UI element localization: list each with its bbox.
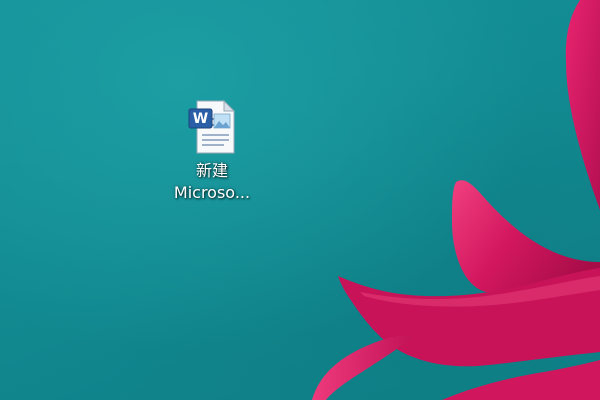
svg-text:W: W xyxy=(193,111,208,127)
word-document-icon: W xyxy=(188,99,236,154)
desktop-icon-word-document[interactable]: W 新建 Microso... xyxy=(166,98,258,214)
icon-label-line-1: 新建 xyxy=(195,161,228,180)
wallpaper-flower-petals xyxy=(312,0,600,400)
icon-label-line-2: Microso... xyxy=(173,183,251,202)
desktop-icon-label: 新建 Microso... xyxy=(166,160,258,204)
desktop[interactable]: W 新建 Microso... xyxy=(0,0,600,400)
